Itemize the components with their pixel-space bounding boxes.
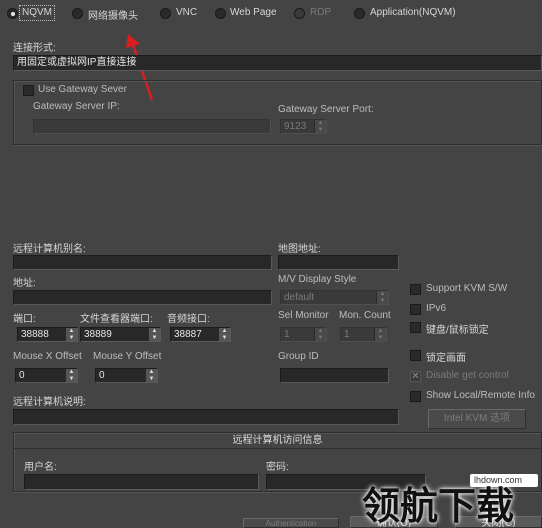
- mouse-y-value: 0: [99, 370, 105, 381]
- show-info-checkbox[interactable]: [410, 391, 421, 402]
- use-gateway-checkbox[interactable]: [23, 85, 34, 96]
- mouse-x-stepper[interactable]: 0 ▲ ▼: [15, 368, 78, 383]
- lock-screen-checkbox[interactable]: [410, 350, 421, 361]
- arrow-head: [126, 34, 140, 48]
- kbm-lock-checkbox[interactable]: [410, 322, 421, 333]
- show-info-label: Show Local/Remote Info: [426, 390, 535, 401]
- disable-control-checkbox[interactable]: ✕: [410, 371, 421, 382]
- alias-input[interactable]: [13, 255, 272, 270]
- gateway-port-value: 9123: [284, 121, 307, 132]
- sel-monitor-stepper[interactable]: 1 ▲ ▼: [280, 327, 327, 342]
- gateway-port-label: Gateway Server Port:: [278, 104, 374, 115]
- port-label: 端口:: [13, 314, 36, 325]
- tab-nqvm-label[interactable]: NQVM: [22, 7, 52, 18]
- address-label: 地址:: [13, 278, 36, 289]
- spin-down-icon[interactable]: ▼: [315, 335, 326, 342]
- authentication-button[interactable]: Authentication: [243, 518, 339, 528]
- tab-webpage-label[interactable]: Web Page: [230, 7, 277, 18]
- kvm-label: Support KVM S/W: [426, 283, 508, 294]
- use-gateway-label: Use Gateway Sever: [38, 84, 127, 95]
- file-port-spin[interactable]: ▲ ▼: [148, 328, 160, 341]
- mouse-y-label: Mouse Y Offset: [93, 351, 162, 362]
- radio-webpage[interactable]: [215, 8, 226, 19]
- spin-down-icon[interactable]: ▼: [66, 335, 77, 342]
- port-spin[interactable]: ▲ ▼: [65, 328, 77, 341]
- kvm-checkbox[interactable]: [410, 284, 421, 295]
- tab-vnc-label[interactable]: VNC: [176, 7, 197, 18]
- gateway-ip-label: Gateway Server IP:: [33, 101, 120, 112]
- kbm-lock-label: 键盘/鼠标锁定: [426, 325, 489, 336]
- spin-down-icon[interactable]: ▼: [375, 335, 386, 342]
- radio-application[interactable]: [354, 8, 365, 19]
- lock-screen-label: 锁定画面: [426, 353, 466, 364]
- spin-down-icon[interactable]: ▼: [66, 376, 77, 383]
- file-port-value: 38889: [84, 329, 112, 340]
- sel-monitor-label: Sel Monitor: [278, 310, 329, 321]
- tab-rdp-label[interactable]: RDP: [310, 7, 331, 18]
- mon-count-spin[interactable]: ▲ ▼: [374, 328, 386, 341]
- radio-nqvm[interactable]: [7, 8, 18, 19]
- gateway-port-spin[interactable]: ▲ ▼: [314, 120, 326, 133]
- tab-ipcam-label[interactable]: 网络摄像头: [88, 7, 138, 22]
- spin-down-icon[interactable]: ▼: [315, 127, 326, 134]
- ipv6-label: IPv6: [426, 303, 447, 314]
- port-stepper[interactable]: 38888 ▲ ▼: [17, 327, 78, 342]
- access-title: 远程计算机访问信息: [14, 433, 541, 449]
- sel-monitor-spin[interactable]: ▲ ▼: [314, 328, 326, 341]
- gateway-ip-input[interactable]: [33, 119, 271, 134]
- connection-value: 用固定或虚拟网IP直接连接: [17, 57, 137, 68]
- port-value: 38888: [21, 329, 49, 340]
- disable-control-label: Disable get control: [426, 370, 509, 381]
- mv-style-dropdown[interactable]: ▲ ▼: [376, 291, 388, 304]
- group-id-input[interactable]: [280, 368, 389, 383]
- audio-port-spin[interactable]: ▲ ▼: [218, 328, 230, 341]
- mon-count-stepper[interactable]: 1 ▲ ▼: [340, 327, 387, 342]
- alias-label: 远程计算机别名:: [13, 244, 86, 255]
- audio-port-value: 38887: [174, 329, 202, 340]
- mouse-x-value: 0: [19, 370, 25, 381]
- spin-down-icon[interactable]: ▼: [377, 298, 388, 305]
- spin-down-icon[interactable]: ▼: [219, 335, 230, 342]
- intel-kvm-button[interactable]: Intel KVM 选项: [428, 409, 526, 429]
- connection-label: 连接形式:: [13, 43, 56, 54]
- password-label: 密码:: [266, 462, 289, 473]
- radio-ipcam[interactable]: [72, 8, 83, 19]
- mon-count-label: Mon. Count: [339, 310, 391, 321]
- username-input[interactable]: [24, 474, 259, 490]
- description-input[interactable]: [13, 409, 399, 425]
- connection-select[interactable]: 用固定或虚拟网IP直接连接: [13, 55, 542, 71]
- radio-rdp[interactable]: [294, 8, 305, 19]
- username-label: 用户名:: [24, 462, 57, 473]
- mon-count-value: 1: [344, 329, 350, 340]
- file-port-stepper[interactable]: 38889 ▲ ▼: [80, 327, 161, 342]
- mouse-y-stepper[interactable]: 0 ▲ ▼: [95, 368, 158, 383]
- check-mark-icon: ✕: [411, 371, 420, 382]
- radio-vnc[interactable]: [160, 8, 171, 19]
- group-id-label: Group ID: [278, 351, 319, 362]
- audio-port-stepper[interactable]: 38887 ▲ ▼: [170, 327, 231, 342]
- tab-application-label[interactable]: Application(NQVM): [370, 7, 456, 18]
- watermark-brand: 领航下载: [362, 484, 515, 528]
- spin-down-icon[interactable]: ▼: [149, 335, 160, 342]
- mv-style-select[interactable]: default ▲ ▼: [280, 290, 389, 305]
- mouse-x-spin[interactable]: ▲ ▼: [65, 369, 77, 382]
- ipv6-checkbox[interactable]: [410, 304, 421, 315]
- mouse-y-spin[interactable]: ▲ ▼: [145, 369, 157, 382]
- mv-style-label: M/V Display Style: [278, 274, 357, 285]
- map-label: 地图地址:: [278, 244, 321, 255]
- connection-type-bar: NQVM 网络摄像头 VNC Web Page RDP Application(…: [0, 0, 542, 27]
- gateway-port-stepper[interactable]: 9123 ▲ ▼: [280, 119, 327, 134]
- mv-style-value: default: [284, 292, 315, 303]
- map-input[interactable]: [278, 255, 399, 270]
- mouse-x-label: Mouse X Offset: [13, 351, 82, 362]
- sel-monitor-value: 1: [284, 329, 290, 340]
- spin-down-icon[interactable]: ▼: [146, 376, 157, 383]
- address-input[interactable]: [13, 290, 272, 305]
- audio-port-label: 音频接口:: [167, 314, 210, 325]
- file-port-label: 文件查看器端口:: [80, 314, 153, 325]
- description-label: 远程计算机说明:: [13, 397, 86, 408]
